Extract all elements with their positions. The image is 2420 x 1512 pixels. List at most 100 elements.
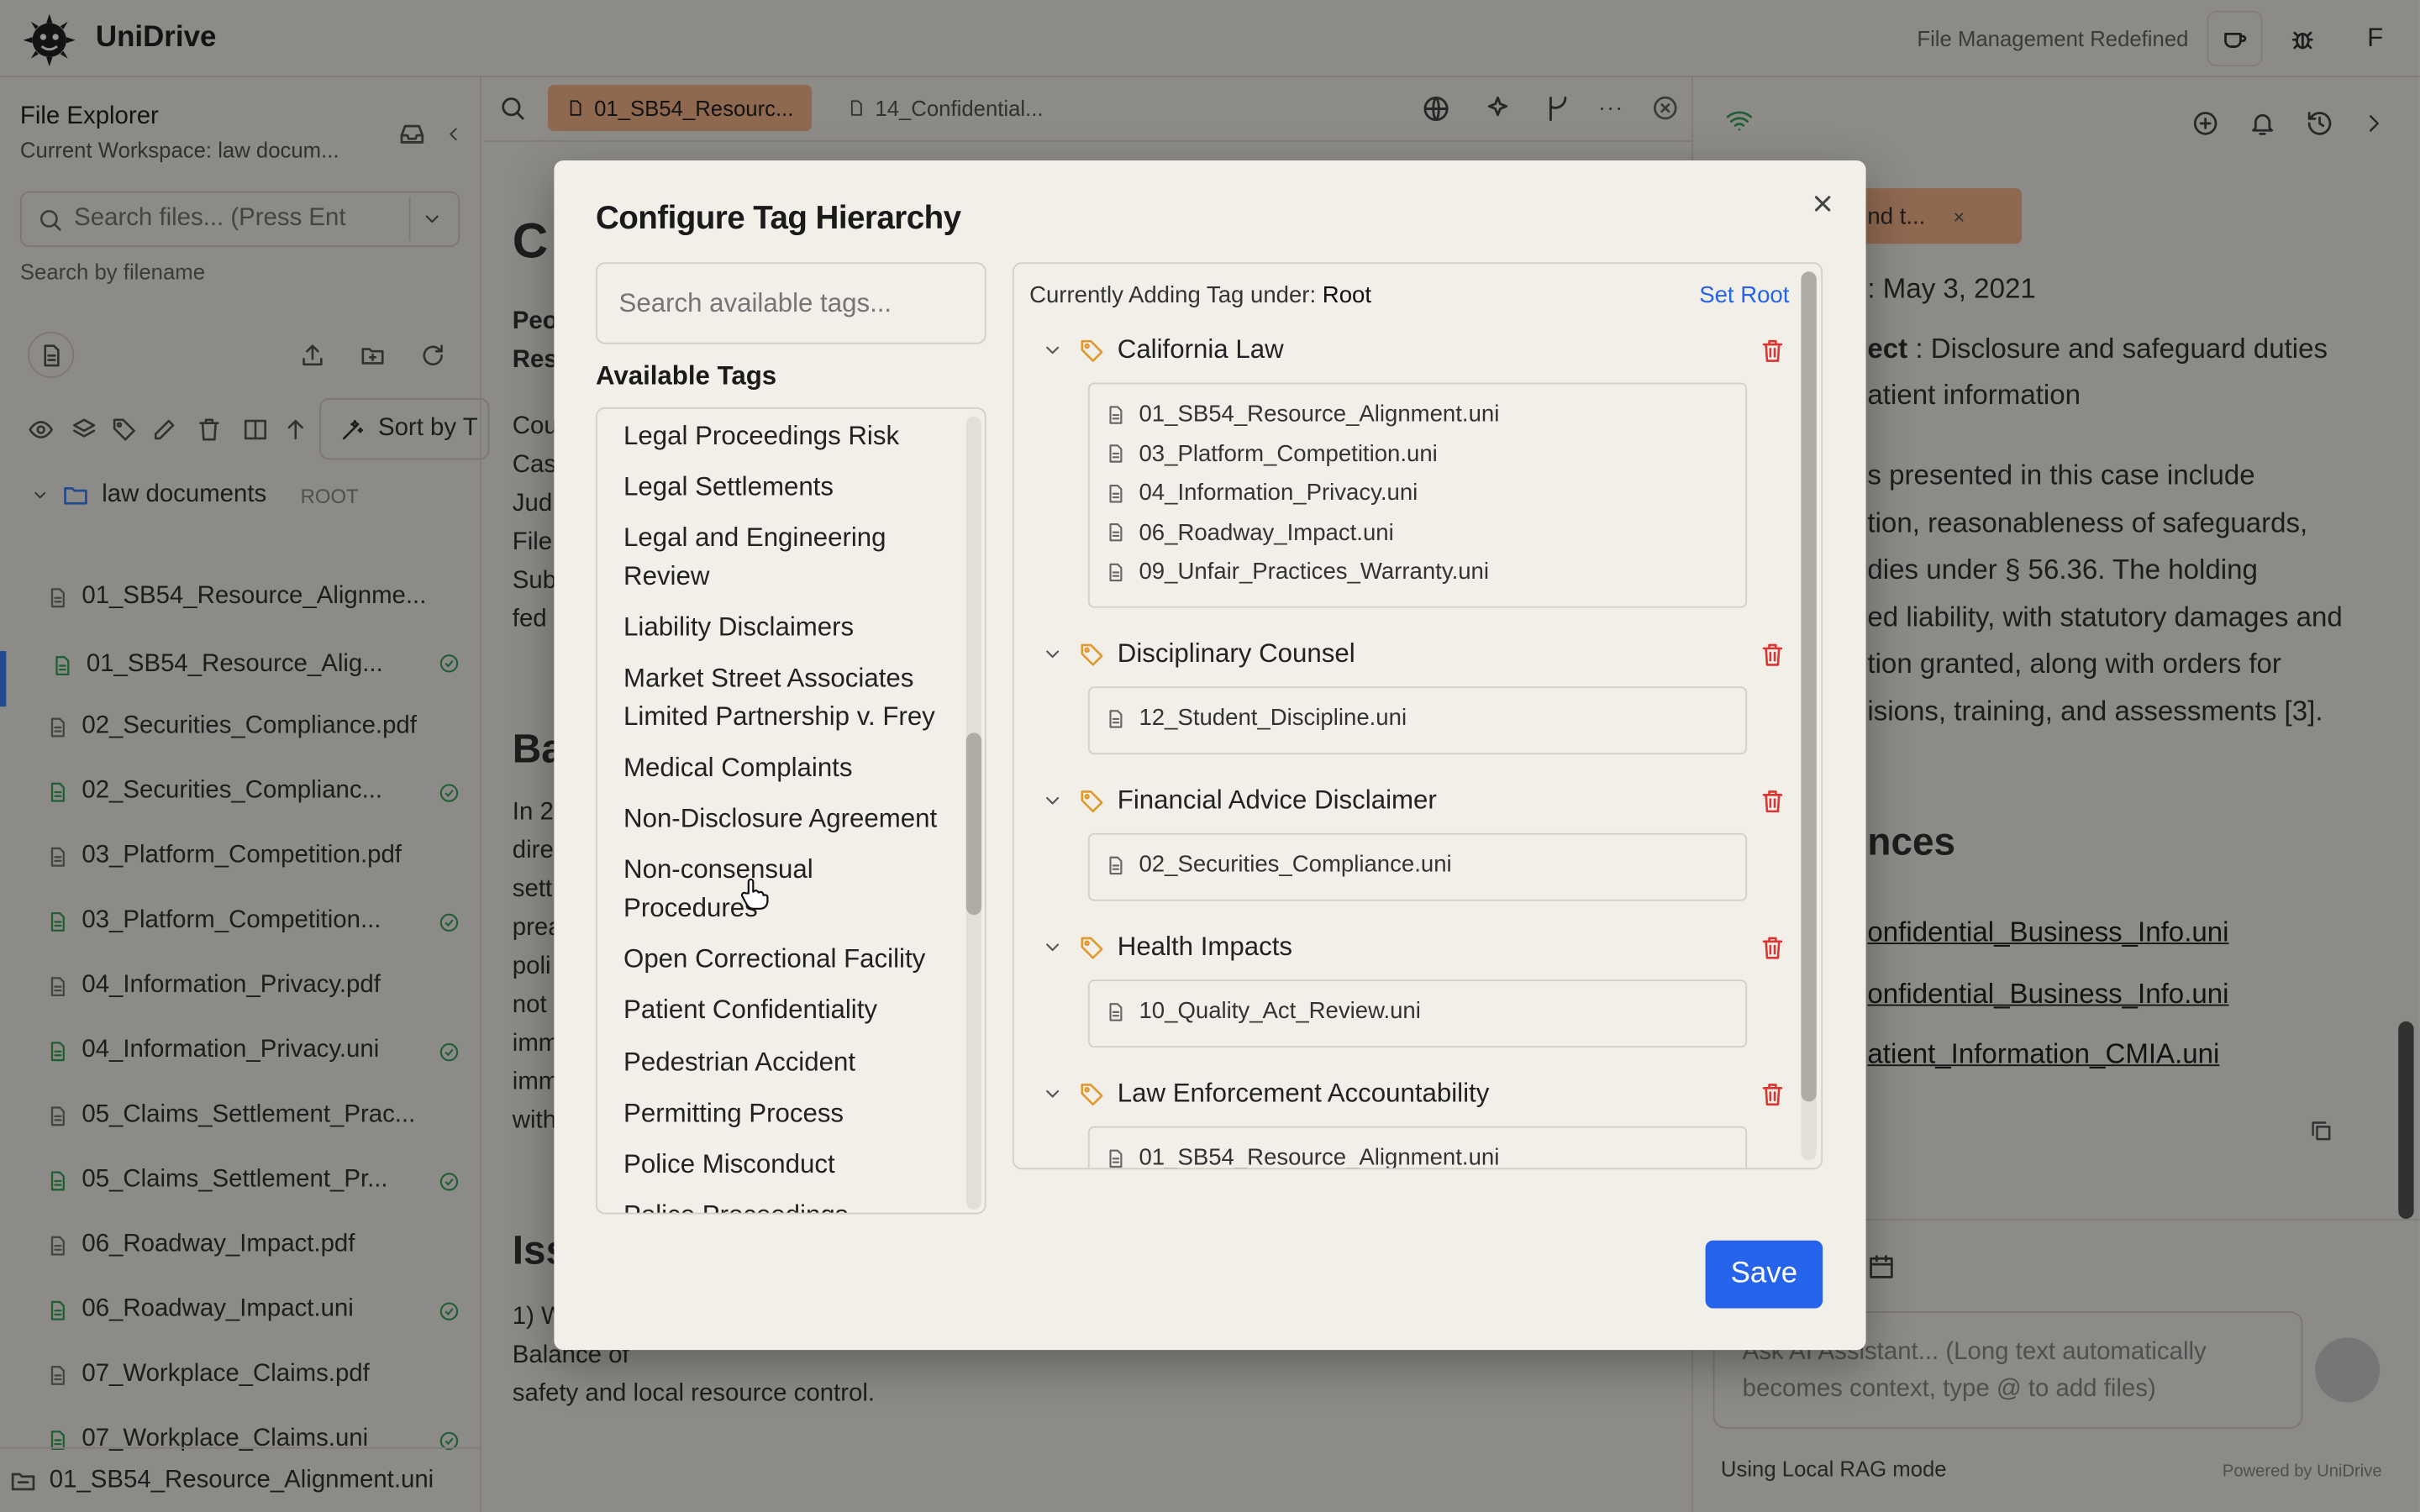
tag-icon — [1079, 934, 1105, 960]
tag-label: Police Proceedings — [623, 1197, 950, 1213]
available-tag[interactable]: Pedestrian Accident — [623, 1044, 950, 1082]
save-button[interactable]: Save — [1705, 1240, 1823, 1309]
trash-icon[interactable] — [1760, 788, 1786, 814]
tagged-file[interactable]: 10_Quality_Act_Review.uni — [1105, 998, 1421, 1025]
file-icon — [1105, 403, 1127, 425]
tag-icon — [1079, 641, 1105, 667]
available-tag[interactable]: Liability Disclaimers — [623, 610, 950, 648]
tagged-file-name: 12_Student_Discipline.uni — [1139, 705, 1407, 732]
tagged-file[interactable]: 03_Platform_Competition.uni — [1105, 441, 1438, 467]
available-tag[interactable]: Legal and Engineering Review — [623, 521, 950, 596]
tag-hierarchy-panel: Currently Adding Tag under: Root Set Roo… — [1012, 262, 1823, 1170]
scrollbar-thumb[interactable] — [1801, 271, 1817, 1102]
hand-cursor-icon — [738, 876, 769, 910]
tag-label: Non-Disclosure Agreement — [623, 804, 938, 834]
available-tag[interactable]: Permitting Process — [623, 1095, 950, 1132]
tag-label: Permitting Process — [623, 1098, 844, 1128]
tag-label: Review — [623, 561, 710, 591]
trash-icon[interactable] — [1760, 641, 1786, 667]
tag-icon — [1079, 788, 1105, 814]
tag-label: Liability Disclaimers — [623, 612, 855, 643]
available-tag[interactable]: Patient Confidentiality — [623, 993, 950, 1031]
available-tag[interactable]: Non-consensual Procedures — [623, 853, 950, 928]
chevron-down-icon[interactable] — [1042, 1083, 1064, 1105]
tag-file-box: 12_Student_Discipline.uni — [1087, 686, 1748, 755]
tagged-file[interactable]: 01_SB54_Resource_Alignment.uni — [1105, 1145, 1499, 1168]
tag-group-name: Health Impacts — [1117, 932, 1293, 962]
tagged-file-name: 01_SB54_Resource_Alignment.uni — [1139, 401, 1500, 428]
tag-icon — [1079, 337, 1105, 363]
file-icon — [1105, 1147, 1127, 1168]
tag-group-name: Financial Advice Disclaimer — [1117, 785, 1437, 815]
tagged-file-name: 03_Platform_Competition.uni — [1139, 440, 1438, 467]
tag-search-input[interactable] — [595, 262, 986, 344]
available-tag[interactable]: Market Street Associates Limited Partners… — [623, 661, 950, 737]
available-tag[interactable]: Non-Disclosure Agreement — [623, 801, 950, 839]
tag-group-name: Disciplinary Counsel — [1117, 638, 1355, 669]
file-icon — [1105, 482, 1127, 504]
tag-label: Non-consensual — [623, 855, 813, 885]
tag-group-header[interactable]: California Law — [1042, 330, 1783, 370]
tag-label: Open Correctional Facility — [623, 944, 926, 974]
tag-group-header[interactable]: Health Impacts — [1042, 927, 1783, 968]
adding-under-label: Currently Adding Tag under: Root — [1029, 282, 1371, 308]
file-icon — [1105, 707, 1127, 729]
set-root-link[interactable]: Set Root — [1699, 282, 1789, 308]
available-tag[interactable]: Open Correctional Facility — [623, 942, 950, 979]
tag-file-box: 01_SB54_Resource_Alignment.uni 03_Platfor… — [1087, 382, 1748, 608]
tag-group-name: Law Enforcement Accountability — [1117, 1078, 1490, 1108]
tag-list-scrollbar[interactable] — [965, 416, 982, 1210]
available-tag[interactable]: Medical Complaints — [623, 750, 950, 788]
tag-label: Patient Confidentiality — [623, 995, 878, 1026]
chevron-down-icon[interactable] — [1042, 937, 1064, 958]
close-icon[interactable] — [1807, 188, 1839, 219]
dialog-title: Configure Tag Hierarchy — [595, 200, 961, 237]
available-tags-list: Legal Proceedings Risk Legal Settlements L… — [595, 407, 986, 1215]
tag-group-header[interactable]: Disciplinary Counsel — [1042, 634, 1783, 675]
chevron-down-icon[interactable] — [1042, 643, 1064, 665]
tagged-file-name: 04_Information_Privacy.uni — [1139, 480, 1418, 507]
available-tag[interactable]: Police Misconduct — [623, 1146, 950, 1184]
file-icon — [1105, 522, 1127, 543]
tagged-file-name: 06_Roadway_Impact.uni — [1139, 519, 1394, 546]
adding-target: Root — [1322, 282, 1371, 309]
adding-prefix: Currently Adding Tag under: — [1029, 282, 1317, 309]
tag-label: Limited Partnership v. Frey — [623, 701, 935, 732]
tag-label: Police Misconduct — [623, 1149, 835, 1179]
tag-group-header[interactable]: Law Enforcement Accountability — [1042, 1074, 1783, 1114]
trash-icon[interactable] — [1760, 1081, 1786, 1107]
configure-tag-hierarchy-dialog: Configure Tag Hierarchy Available Tags L… — [554, 160, 1866, 1351]
tag-label: Legal and Engineering — [623, 523, 886, 554]
available-tag[interactable]: Legal Settlements — [623, 470, 950, 507]
chevron-down-icon[interactable] — [1042, 790, 1064, 811]
tagged-file[interactable]: 04_Information_Privacy.uni — [1105, 480, 1418, 507]
tagged-file[interactable]: 01_SB54_Resource_Alignment.uni — [1105, 402, 1499, 428]
available-tag[interactable]: Police Proceedings — [623, 1197, 950, 1213]
hierarchy-scrollbar[interactable] — [1801, 271, 1817, 1161]
tag-file-box: 01_SB54_Resource_Alignment.uni — [1087, 1126, 1748, 1168]
tag-group-name: California Law — [1117, 334, 1284, 365]
tag-label: Pedestrian Accident — [623, 1047, 856, 1077]
tag-label: Procedures — [623, 893, 758, 923]
file-icon — [1105, 561, 1127, 583]
scrollbar-thumb[interactable] — [965, 732, 982, 916]
app-window: UniDrive File Management Redefined F Fil… — [0, 0, 2420, 1512]
tag-icon — [1079, 1081, 1105, 1107]
tag-group-header[interactable]: Financial Advice Disclaimer — [1042, 780, 1783, 821]
tag-label: Market Street Associates — [623, 664, 914, 694]
tag-label: Medical Complaints — [623, 753, 853, 783]
tagged-file[interactable]: 09_Unfair_Practices_Warranty.uni — [1105, 559, 1489, 585]
trash-icon[interactable] — [1760, 934, 1786, 960]
tag-label: Legal Settlements — [623, 472, 834, 502]
tagged-file[interactable]: 02_Securities_Compliance.uni — [1105, 852, 1452, 878]
tagged-file-name: 02_Securities_Compliance.uni — [1139, 851, 1452, 879]
file-icon — [1105, 443, 1127, 465]
trash-icon[interactable] — [1760, 337, 1786, 363]
chevron-down-icon[interactable] — [1042, 339, 1064, 361]
tagged-file[interactable]: 06_Roadway_Impact.uni — [1105, 520, 1394, 546]
tag-file-box: 02_Securities_Compliance.uni — [1087, 832, 1748, 901]
available-tag[interactable]: Legal Proceedings Risk — [623, 418, 950, 456]
available-tags-heading: Available Tags — [595, 360, 777, 391]
tagged-file[interactable]: 12_Student_Discipline.uni — [1105, 705, 1407, 732]
tagged-file-name: 09_Unfair_Practices_Warranty.uni — [1139, 559, 1489, 585]
